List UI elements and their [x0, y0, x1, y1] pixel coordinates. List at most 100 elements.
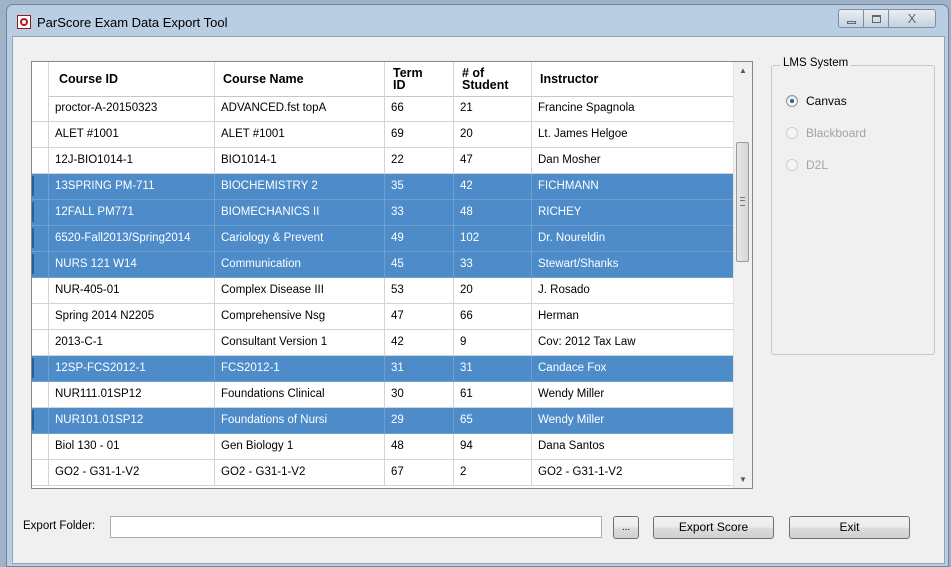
row-header[interactable]: [32, 252, 49, 277]
row-header[interactable]: [32, 304, 49, 329]
cell-student-count[interactable]: 66: [454, 304, 532, 329]
cell-course-id[interactable]: 2013-C-1: [49, 330, 215, 355]
table-row[interactable]: 12J-BIO1014-1 BIO1014-1 22 47 Dan Mosher: [32, 148, 735, 174]
table-row[interactable]: NUR111.01SP12 Foundations Clinical 30 61 Wen…: [32, 382, 735, 408]
cell-term-id[interactable]: 42: [385, 330, 454, 355]
table-row[interactable]: NURS 121 W14 Communication 45 33 Stewart/Sha…: [32, 252, 735, 278]
cell-instructor[interactable]: Lt. James Helgoe: [532, 122, 735, 147]
cell-course-name[interactable]: FCS2012-1: [215, 356, 385, 381]
cell-course-id[interactable]: 12SP-FCS2012-1: [49, 356, 215, 381]
row-header[interactable]: [32, 278, 49, 303]
table-row[interactable]: proctor-A-20150323 ADVANCED.fst topA 66 21 F…: [32, 96, 735, 122]
maximize-button[interactable]: [863, 9, 889, 28]
cell-term-id[interactable]: 53: [385, 278, 454, 303]
cell-course-name[interactable]: GO2 - G31-1-V2: [215, 460, 385, 485]
cell-course-id[interactable]: 12J-BIO1014-1: [49, 148, 215, 173]
cell-term-id[interactable]: 48: [385, 434, 454, 459]
cell-student-count[interactable]: 9: [454, 330, 532, 355]
scroll-thumb[interactable]: [736, 142, 749, 262]
cell-course-name[interactable]: ALET #1001: [215, 122, 385, 147]
cell-instructor[interactable]: GO2 - G31-1-V2: [532, 460, 735, 485]
close-button[interactable]: X: [888, 9, 936, 28]
cell-term-id[interactable]: 33: [385, 200, 454, 225]
cell-term-id[interactable]: 69: [385, 122, 454, 147]
table-row[interactable]: 6520-Fall2013/Spring2014 Cariology & Prev…: [32, 226, 735, 252]
cell-course-id[interactable]: 12FALL PM771: [49, 200, 215, 225]
cell-course-name[interactable]: Foundations of Nursi: [215, 408, 385, 433]
scroll-up-arrow-icon[interactable]: ▲: [734, 62, 752, 79]
cell-course-id[interactable]: Biol 130 - 01: [49, 434, 215, 459]
cell-course-id[interactable]: NURS 121 W14: [49, 252, 215, 277]
cell-course-id[interactable]: ALET #1001: [49, 122, 215, 147]
cell-course-id[interactable]: NUR101.01SP12: [49, 408, 215, 433]
cell-student-count[interactable]: 94: [454, 434, 532, 459]
cell-term-id[interactable]: 35: [385, 174, 454, 199]
cell-course-id[interactable]: 6520-Fall2013/Spring2014: [49, 226, 215, 251]
cell-instructor[interactable]: Dr. Noureldin: [532, 226, 735, 251]
cell-course-id[interactable]: proctor-A-20150323: [49, 96, 215, 121]
cell-course-name[interactable]: ADVANCED.fst topA: [215, 96, 385, 121]
table-row[interactable]: NUR101.01SP12 Foundations of Nursi 29 65 Wen…: [32, 408, 735, 434]
table-row[interactable]: 12SP-FCS2012-1 FCS2012-1 31 31 Candace Fox: [32, 356, 735, 382]
cell-course-id[interactable]: NUR-405-01: [49, 278, 215, 303]
column-header-instructor[interactable]: Instructor: [532, 62, 735, 96]
table-row[interactable]: Spring 2014 N2205 Comprehensive Nsg 47 66 He…: [32, 304, 735, 330]
row-header[interactable]: [32, 96, 49, 121]
cell-student-count[interactable]: 42: [454, 174, 532, 199]
export-folder-input[interactable]: [110, 516, 602, 538]
cell-student-count[interactable]: 20: [454, 122, 532, 147]
row-header[interactable]: [32, 434, 49, 459]
cell-term-id[interactable]: 22: [385, 148, 454, 173]
cell-instructor[interactable]: Stewart/Shanks: [532, 252, 735, 277]
row-header[interactable]: [32, 382, 49, 407]
cell-instructor[interactable]: Herman: [532, 304, 735, 329]
table-row[interactable]: 12FALL PM771 BIOMECHANICS II 33 48 RICHEY: [32, 200, 735, 226]
cell-course-id[interactable]: 13SPRING PM-711: [49, 174, 215, 199]
cell-course-name[interactable]: BIO1014-1: [215, 148, 385, 173]
cell-course-name[interactable]: BIOCHEMISTRY 2: [215, 174, 385, 199]
cell-student-count[interactable]: 2: [454, 460, 532, 485]
row-header[interactable]: [32, 460, 49, 485]
export-score-button[interactable]: Export Score: [653, 516, 774, 539]
course-grid[interactable]: Course ID Course Name Term ID # of Stude…: [31, 61, 753, 489]
cell-course-id[interactable]: NUR111.01SP12: [49, 382, 215, 407]
table-row[interactable]: Biol 130 - 01 Gen Biology 1 48 94 Dana Santo…: [32, 434, 735, 460]
cell-instructor[interactable]: Cov: 2012 Tax Law: [532, 330, 735, 355]
cell-student-count[interactable]: 47: [454, 148, 532, 173]
cell-instructor[interactable]: Dana Santos: [532, 434, 735, 459]
cell-term-id[interactable]: 29: [385, 408, 454, 433]
row-header[interactable]: [32, 408, 49, 433]
browse-folder-button[interactable]: ...: [613, 516, 639, 539]
cell-course-id[interactable]: GO2 - G31-1-V2: [49, 460, 215, 485]
title-bar[interactable]: ParScore Exam Data Export Tool X: [7, 5, 948, 37]
cell-course-name[interactable]: Complex Disease III: [215, 278, 385, 303]
cell-student-count[interactable]: 102: [454, 226, 532, 251]
cell-course-id[interactable]: Spring 2014 N2205: [49, 304, 215, 329]
column-header-term-id[interactable]: Term ID: [385, 62, 454, 96]
cell-instructor[interactable]: J. Rosado: [532, 278, 735, 303]
row-header[interactable]: [32, 148, 49, 173]
cell-student-count[interactable]: 21: [454, 96, 532, 121]
cell-term-id[interactable]: 31: [385, 356, 454, 381]
cell-student-count[interactable]: 61: [454, 382, 532, 407]
cell-student-count[interactable]: 31: [454, 356, 532, 381]
column-header-course-id[interactable]: Course ID: [49, 62, 215, 96]
cell-term-id[interactable]: 47: [385, 304, 454, 329]
cell-student-count[interactable]: 20: [454, 278, 532, 303]
cell-course-name[interactable]: Gen Biology 1: [215, 434, 385, 459]
column-header-student-count[interactable]: # of Student: [454, 62, 532, 96]
cell-course-name[interactable]: Consultant Version 1: [215, 330, 385, 355]
column-header-course-name[interactable]: Course Name: [215, 62, 385, 96]
cell-instructor[interactable]: RICHEY: [532, 200, 735, 225]
radio-canvas-indicator[interactable]: [786, 95, 798, 107]
table-row[interactable]: 2013-C-1 Consultant Version 1 42 9 Cov: 2012…: [32, 330, 735, 356]
cell-course-name[interactable]: Cariology & Prevent: [215, 226, 385, 251]
table-row[interactable]: 13SPRING PM-711 BIOCHEMISTRY 2 35 42 FICHMAN…: [32, 174, 735, 200]
cell-course-name[interactable]: Comprehensive Nsg: [215, 304, 385, 329]
vertical-scrollbar[interactable]: ▲ ▼: [733, 62, 752, 488]
table-row[interactable]: GO2 - G31-1-V2 GO2 - G31-1-V2 67 2 GO2 - G31…: [32, 460, 735, 486]
cell-instructor[interactable]: Wendy Miller: [532, 408, 735, 433]
minimize-button[interactable]: [838, 9, 864, 28]
cell-instructor[interactable]: FICHMANN: [532, 174, 735, 199]
cell-term-id[interactable]: 45: [385, 252, 454, 277]
